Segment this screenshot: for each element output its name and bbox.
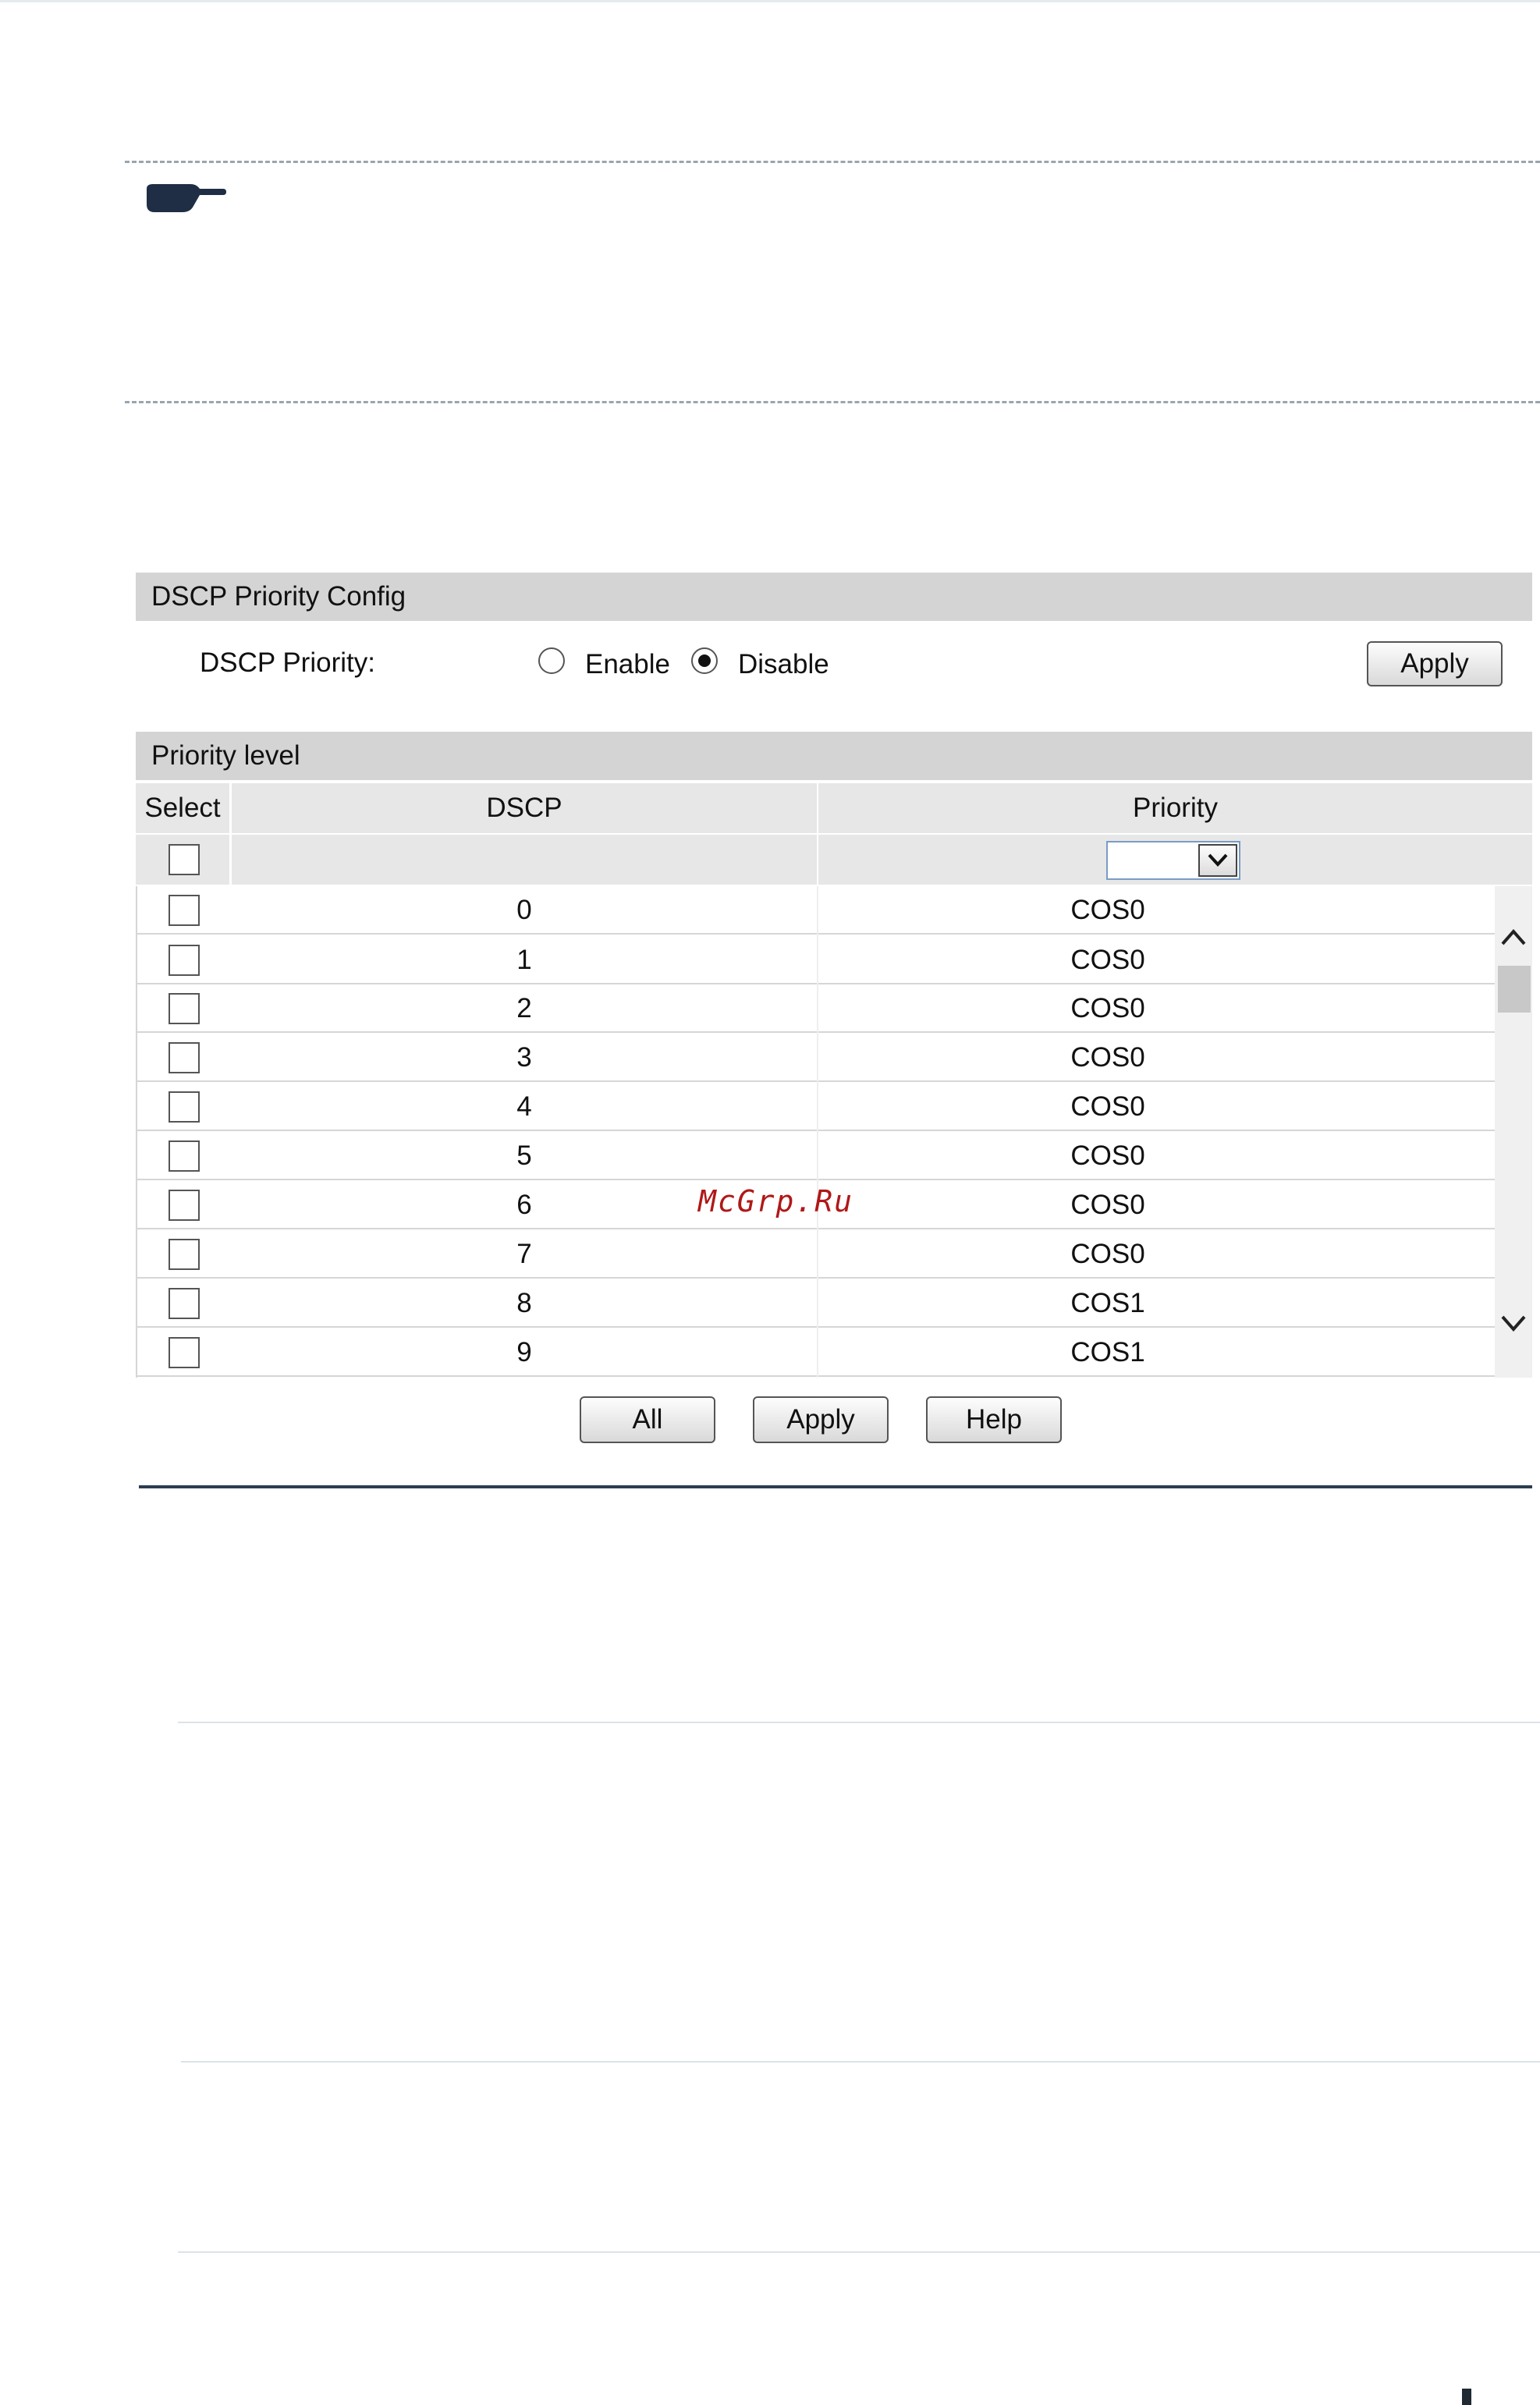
pointing-hand-icon xyxy=(147,184,226,212)
priority-cell: COS0 xyxy=(1070,1239,1145,1269)
priority-cell: COS0 xyxy=(1070,1190,1145,1220)
chevron-down-icon xyxy=(1208,853,1228,867)
table-left-border xyxy=(136,886,137,1378)
priority-cell: COS0 xyxy=(1070,895,1145,925)
dscp-cell: 3 xyxy=(516,1042,532,1073)
disable-radio[interactable] xyxy=(691,647,718,674)
dscp-apply-button[interactable]: Apply xyxy=(1367,641,1503,686)
chevron-down-icon[interactable] xyxy=(1498,1312,1529,1336)
row-checkbox[interactable] xyxy=(169,993,200,1024)
all-button[interactable]: All xyxy=(580,1396,715,1443)
page-corner-mark xyxy=(1462,2389,1471,2405)
column-header-dscp: DSCP xyxy=(232,783,817,833)
column-header-select: Select xyxy=(136,783,229,833)
table-row[interactable]: 0 COS0 xyxy=(136,886,1495,935)
table-scrollbar[interactable] xyxy=(1495,886,1532,1378)
table-row[interactable]: 8 COS1 xyxy=(136,1279,1495,1328)
row-checkbox[interactable] xyxy=(169,1091,200,1123)
filter-cell-dscp xyxy=(232,835,817,885)
select-all-checkbox[interactable] xyxy=(169,844,200,875)
dscp-cell: 9 xyxy=(516,1337,532,1367)
note-top-divider xyxy=(125,161,1540,163)
priority-cell: COS0 xyxy=(1070,993,1145,1023)
table-divider xyxy=(178,2251,1540,2253)
priority-cell: COS1 xyxy=(1070,1337,1145,1367)
note-bottom-divider xyxy=(125,401,1540,403)
row-checkbox[interactable] xyxy=(169,1337,200,1368)
table-row[interactable]: 7 COS0 xyxy=(136,1230,1495,1279)
column-separator xyxy=(817,886,818,1378)
priority-cell: COS0 xyxy=(1070,945,1145,975)
table-row[interactable]: 1 COS0 xyxy=(136,936,1495,984)
priority-cell: COS0 xyxy=(1070,1042,1145,1073)
row-checkbox[interactable] xyxy=(169,1288,200,1319)
dscp-cell: 0 xyxy=(516,895,532,925)
priority-cell: COS0 xyxy=(1070,1140,1145,1171)
row-checkbox[interactable] xyxy=(169,945,200,976)
dscp-cell: 4 xyxy=(516,1091,532,1122)
enable-label: Enable xyxy=(585,649,670,679)
help-button[interactable]: Help xyxy=(926,1396,1062,1443)
scrollbar-thumb[interactable] xyxy=(1498,966,1531,1013)
table-row[interactable]: 3 COS0 xyxy=(136,1034,1495,1082)
watermark-text: McGrp.Ru xyxy=(698,1184,854,1218)
row-checkbox[interactable] xyxy=(169,895,200,926)
dscp-priority-label: DSCP Priority: xyxy=(200,647,375,678)
apply-button[interactable]: Apply xyxy=(753,1396,889,1443)
row-checkbox[interactable] xyxy=(169,1239,200,1270)
chevron-up-icon[interactable] xyxy=(1498,925,1529,949)
table-row[interactable]: 5 COS0 xyxy=(136,1132,1495,1180)
table-row[interactable]: 4 COS0 xyxy=(136,1083,1495,1131)
table-row[interactable]: 2 COS0 xyxy=(136,984,1495,1033)
dscp-cell: 8 xyxy=(516,1288,532,1318)
dscp-cell: 5 xyxy=(516,1140,532,1171)
priority-cell: COS0 xyxy=(1070,1091,1145,1122)
row-checkbox[interactable] xyxy=(169,1190,200,1221)
table-divider xyxy=(181,2061,1540,2063)
row-checkbox[interactable] xyxy=(169,1140,200,1172)
disable-label: Disable xyxy=(738,649,829,679)
table-divider xyxy=(178,1722,1540,1723)
dscp-cell: 7 xyxy=(516,1239,532,1269)
top-rule xyxy=(0,0,1540,2)
dscp-config-header: DSCP Priority Config xyxy=(136,573,1532,621)
table-row[interactable]: 9 COS1 xyxy=(136,1328,1495,1377)
priority-cell: COS1 xyxy=(1070,1288,1145,1318)
dscp-cell: 2 xyxy=(516,993,532,1023)
dropdown-button[interactable] xyxy=(1198,844,1237,877)
column-header-priority[interactable]: Priority xyxy=(818,783,1532,833)
priority-filter-select[interactable] xyxy=(1106,841,1240,880)
row-checkbox[interactable] xyxy=(169,1042,200,1073)
dscp-cell: 1 xyxy=(516,945,532,975)
section-rule xyxy=(139,1485,1532,1488)
enable-radio[interactable] xyxy=(538,647,565,674)
priority-level-header: Priority level xyxy=(136,732,1532,780)
